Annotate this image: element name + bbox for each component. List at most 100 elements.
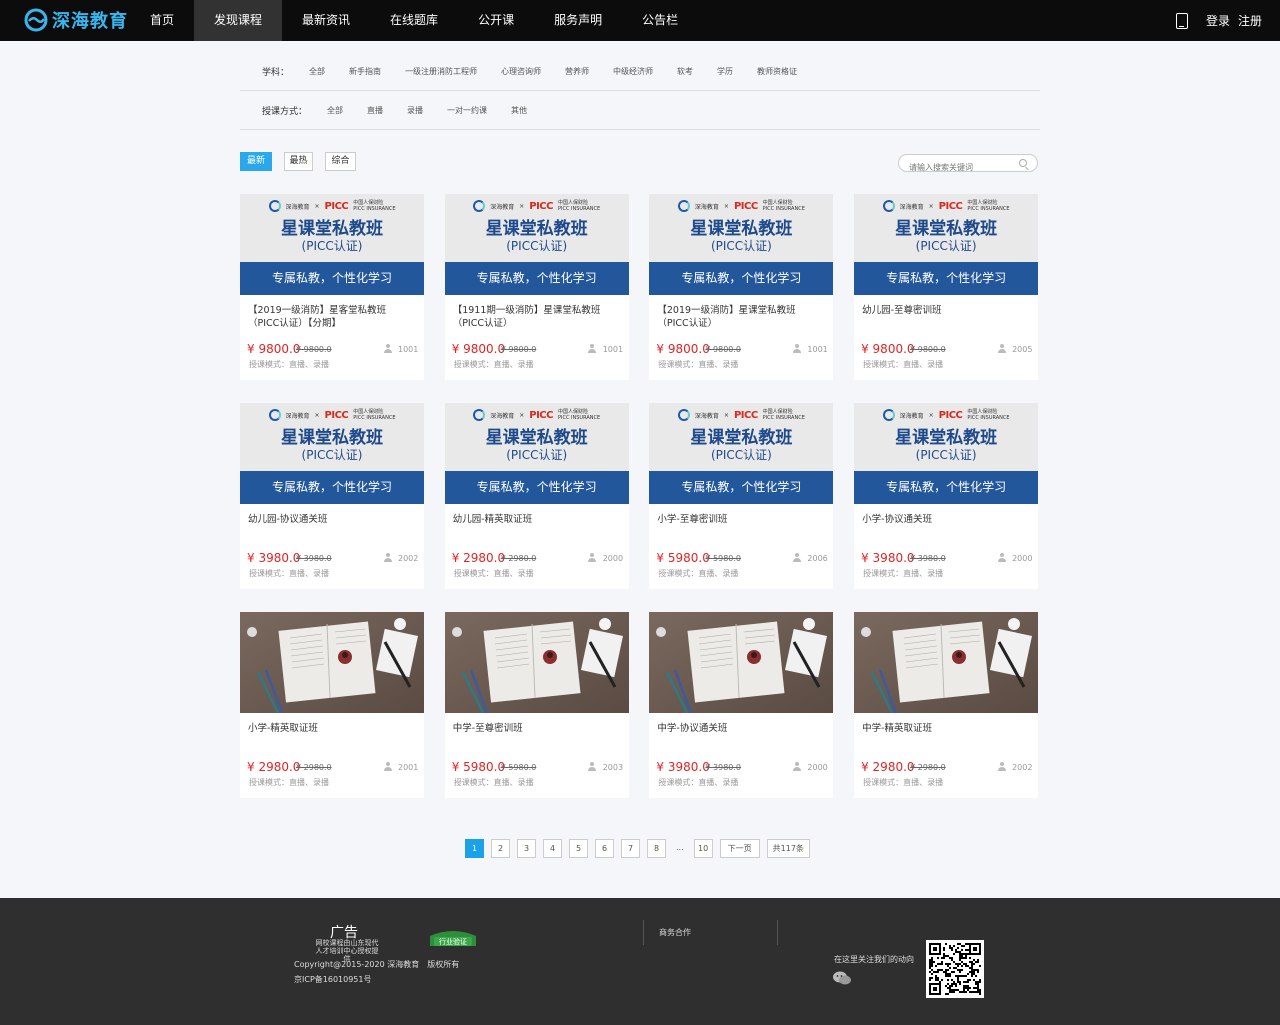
search-box[interactable]: [898, 154, 1038, 176]
course-banner[interactable]: 深海教育 × PICC 中国人保财险 PICC INSURANCE 星课堂私教班 …: [240, 194, 424, 295]
page-button[interactable]: 5: [569, 839, 588, 858]
course-banner[interactable]: 深海教育 × PICC 中国人保财险 PICC INSURANCE 星课堂私教班 …: [444, 194, 629, 295]
page-button-last[interactable]: 10: [693, 839, 713, 858]
nav-item[interactable]: 首页: [130, 0, 194, 41]
student-count: 2000: [1012, 554, 1033, 563]
subject-option[interactable]: 一级注册消防工程师: [405, 66, 477, 77]
subject-option[interactable]: 软考: [677, 66, 693, 77]
course-banner[interactable]: 深海教育 × PICC 中国人保财险 PICC INSURANCE 星课堂私教班 …: [649, 194, 834, 295]
course-banner[interactable]: 深海教育 × PICC 中国人保财险 PICC INSURANCE 星课堂私教班 …: [854, 403, 1039, 504]
subject-option[interactable]: 教师资格证: [757, 66, 797, 77]
course-title[interactable]: 【2019一级消防】星课堂私教班（PICC认证）: [657, 304, 825, 330]
page-button[interactable]: 8: [647, 839, 666, 858]
course-card[interactable]: 中学-协议通关班 ¥ 3980.0 ¥ 3980.0 2000 授课模式：直播、录播: [649, 612, 834, 798]
course-photo: [649, 612, 834, 713]
course-banner[interactable]: 深海教育 × PICC 中国人保财险 PICC INSURANCE 星课堂私教班 …: [444, 403, 629, 504]
course-title[interactable]: 中学-协议通关班: [657, 722, 825, 735]
partner-logos: 深海教育 × PICC 中国人保财险 PICC INSURANCE: [240, 406, 424, 424]
page-button[interactable]: 4: [543, 839, 562, 858]
mode-option[interactable]: 全部: [327, 105, 343, 116]
course-banner[interactable]: 深海教育 × PICC 中国人保财险 PICC INSURANCE 星课堂私教班 …: [649, 403, 834, 504]
brand-mini-text: 深海教育: [694, 412, 719, 420]
subject-option[interactable]: 全部: [309, 66, 325, 77]
user-icon: [997, 344, 1006, 353]
nav-item[interactable]: 发现课程: [194, 0, 283, 41]
industry-badge[interactable]: 行业验证: [428, 926, 478, 950]
course-title[interactable]: 【1911期一级消防】星课堂私教班（PICC认证）: [453, 304, 621, 330]
search-icon[interactable]: [1019, 159, 1027, 167]
picc-logo: PICC: [733, 200, 758, 212]
tablet-icon[interactable]: [1175, 12, 1188, 29]
course-card[interactable]: 深海教育 × PICC 中国人保财险 PICC INSURANCE 星课堂私教班 …: [444, 194, 629, 380]
nav-item[interactable]: 最新资讯: [282, 0, 370, 41]
course-title[interactable]: 中学-至尊密训班: [453, 722, 621, 735]
subject-option[interactable]: 中级经济师: [613, 66, 653, 77]
register-link[interactable]: 注册: [1238, 12, 1262, 29]
course-card[interactable]: 小学-精英取证班 ¥ 2980.0 ¥ 2980.0 2001 授课模式：直播、录播: [240, 612, 424, 798]
page-button[interactable]: 2: [491, 839, 510, 858]
course-price: ¥ 9800.0: [247, 342, 301, 356]
course-price: ¥ 9800.0: [656, 342, 710, 356]
course-mode: 授课模式：直播、录播: [249, 569, 329, 578]
course-banner[interactable]: [240, 612, 424, 713]
course-banner[interactable]: [649, 612, 834, 713]
filter-panel: 学科： 全部 新手指南 一级注册消防工程师 心理咨询师 营养师 中级经济师 软考 学历 教师资格…: [240, 52, 1040, 130]
course-card[interactable]: 深海教育 × PICC 中国人保财险 PICC INSURANCE 星课堂私教班 …: [240, 194, 424, 380]
sort-button[interactable]: 最热: [284, 152, 313, 171]
subject-option[interactable]: 学历: [717, 66, 733, 77]
logo[interactable]: 深海教育: [24, 6, 128, 34]
page-button[interactable]: 7: [621, 839, 640, 858]
banner-strip: 专属私教，个性化学习: [854, 471, 1039, 504]
nav-item[interactable]: 在线题库: [370, 0, 458, 41]
login-link[interactable]: 登录: [1206, 12, 1230, 29]
business-link[interactable]: 商务合作: [659, 927, 691, 938]
banner-subtitle: (PICC认证): [506, 239, 568, 253]
mode-option[interactable]: 其他: [511, 105, 527, 116]
mode-option[interactable]: 一对一约课: [447, 105, 487, 116]
subject-option[interactable]: 营养师: [565, 66, 589, 77]
course-banner[interactable]: [854, 612, 1039, 713]
picc-en-text: PICC INSURANCE: [762, 206, 805, 212]
subject-option[interactable]: 心理咨询师: [501, 66, 541, 77]
icp-number[interactable]: 京ICP备16010951号: [294, 974, 372, 985]
course-title[interactable]: 【2019一级消防】星客堂私教班（PICC认证）【分期】: [248, 304, 416, 330]
course-title[interactable]: 中学-精英取证班: [862, 722, 1030, 735]
follow-text: 在这里关注我们的动向: [834, 955, 914, 964]
course-card[interactable]: 深海教育 × PICC 中国人保财险 PICC INSURANCE 星课堂私教班 …: [444, 403, 629, 589]
page-button[interactable]: 1: [465, 839, 484, 858]
course-title[interactable]: 幼儿园-至尊密训班: [862, 304, 1030, 317]
sort-button[interactable]: 综合: [325, 152, 356, 171]
partner-x: ×: [314, 411, 320, 419]
course-old-price: ¥ 3980.0: [705, 763, 742, 772]
search-input[interactable]: [909, 159, 1019, 176]
page-button[interactable]: 3: [517, 839, 536, 858]
nav-item[interactable]: 服务声明: [534, 0, 622, 41]
picc-en-text: PICC INSURANCE: [557, 206, 601, 212]
course-card[interactable]: 中学-精英取证班 ¥ 2980.0 ¥ 2980.0 2002 授课模式：直播、录播: [854, 612, 1039, 798]
course-card[interactable]: 深海教育 × PICC 中国人保财险 PICC INSURANCE 星课堂私教班 …: [854, 403, 1039, 589]
course-title[interactable]: 小学-协议通关班: [862, 513, 1030, 526]
mode-option[interactable]: 直播: [367, 105, 383, 116]
page-button[interactable]: 6: [595, 839, 614, 858]
sort-button[interactable]: 最新: [240, 152, 272, 171]
partner-logos: 深海教育 × PICC 中国人保财险 PICC INSURANCE: [240, 197, 424, 215]
nav-item[interactable]: 公开课: [458, 0, 534, 41]
banner-strip: 专属私教，个性化学习: [649, 262, 834, 295]
course-title[interactable]: 幼儿园-精英取证班: [453, 513, 621, 526]
course-banner[interactable]: 深海教育 × PICC 中国人保财险 PICC INSURANCE 星课堂私教班 …: [240, 403, 424, 504]
subject-option[interactable]: 新手指南: [349, 66, 381, 77]
course-card[interactable]: 中学-至尊密训班 ¥ 5980.0 ¥ 5980.0 2003 授课模式：直播、录播: [444, 612, 629, 798]
course-banner[interactable]: [444, 612, 629, 713]
nav-item[interactable]: 公告栏: [622, 0, 698, 41]
mode-option[interactable]: 录播: [407, 105, 423, 116]
course-card[interactable]: 深海教育 × PICC 中国人保财险 PICC INSURANCE 星课堂私教班 …: [649, 403, 834, 589]
course-title[interactable]: 幼儿园-协议通关班: [248, 513, 416, 526]
course-title[interactable]: 小学-精英取证班: [248, 722, 416, 735]
course-card[interactable]: 深海教育 × PICC 中国人保财险 PICC INSURANCE 星课堂私教班 …: [854, 194, 1039, 380]
course-card[interactable]: 深海教育 × PICC 中国人保财险 PICC INSURANCE 星课堂私教班 …: [649, 194, 834, 380]
course-banner[interactable]: 深海教育 × PICC 中国人保财险 PICC INSURANCE 星课堂私教班 …: [854, 194, 1039, 295]
course-card[interactable]: 深海教育 × PICC 中国人保财险 PICC INSURANCE 星课堂私教班 …: [240, 403, 424, 589]
course-title[interactable]: 小学-至尊密训班: [657, 513, 825, 526]
wechat-icon[interactable]: [832, 970, 852, 986]
next-page-button[interactable]: 下一页: [719, 839, 760, 858]
